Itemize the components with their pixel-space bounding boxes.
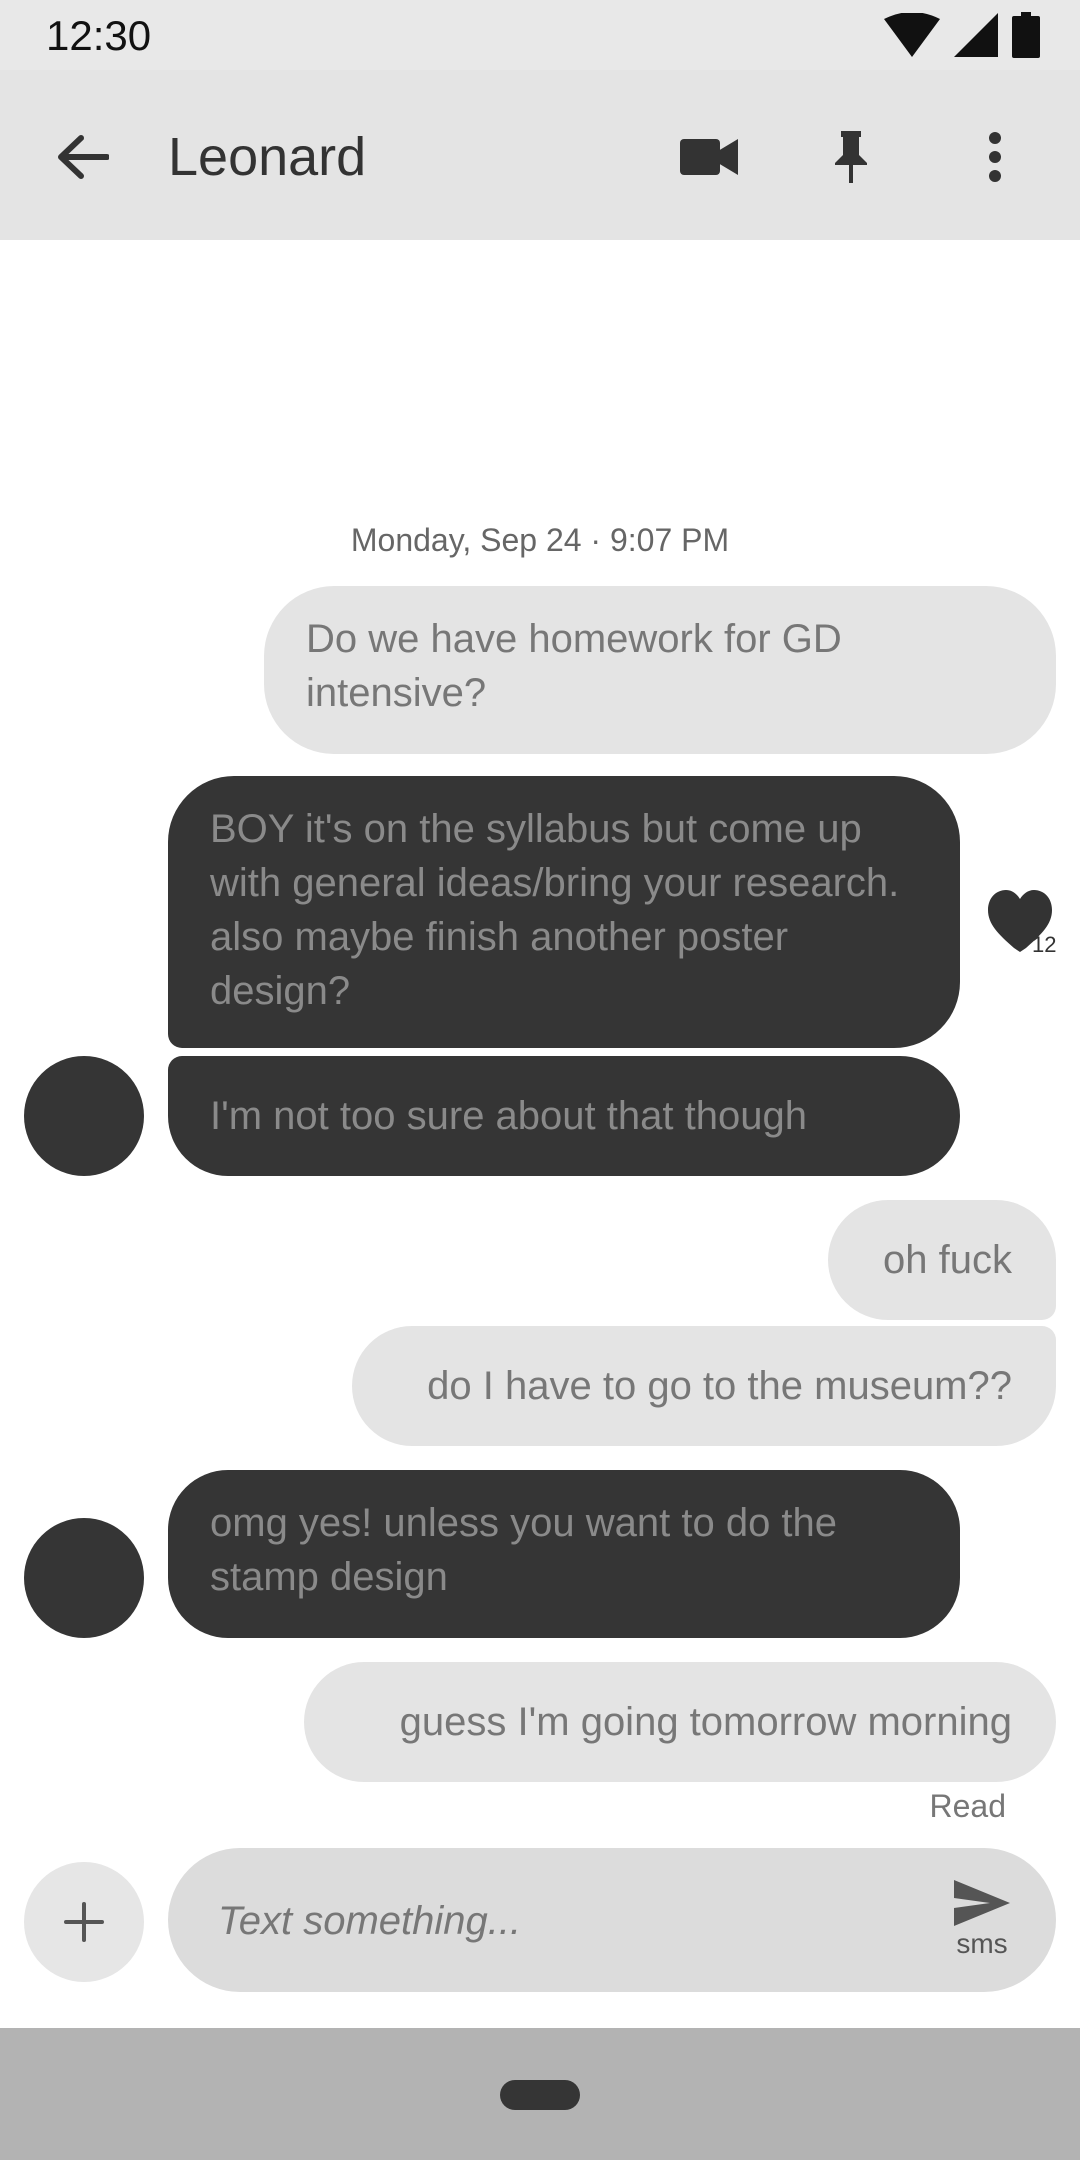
message-bubble-incoming[interactable]: omg yes! unless you want to do the stamp…	[168, 1470, 960, 1638]
conversation-title: Leonard	[168, 127, 367, 187]
status-bar: 12:30	[0, 0, 1080, 70]
home-handle[interactable]	[500, 2080, 580, 2110]
video-call-button[interactable]	[672, 122, 746, 192]
pin-icon	[835, 131, 867, 183]
attach-button[interactable]	[24, 1862, 144, 1982]
message-bubble-outgoing[interactable]: oh fuck	[828, 1200, 1056, 1320]
more-options-button[interactable]	[960, 122, 1030, 192]
date-header: Monday, Sep 24 · 9:07 PM	[350, 522, 730, 558]
send-button[interactable]: sms	[936, 1876, 1028, 1968]
status-time: 12:30	[46, 12, 152, 59]
back-arrow-icon	[58, 135, 109, 179]
message-bubble-incoming[interactable]: I'm not too sure about that though	[168, 1056, 960, 1176]
message-bubble-outgoing[interactable]: do I have to go to the museum??	[352, 1326, 1056, 1446]
plus-icon	[64, 1902, 104, 1942]
avatar[interactable]	[24, 1518, 144, 1638]
message-input[interactable]	[216, 1888, 860, 1954]
avatar[interactable]	[24, 1056, 144, 1176]
compose-bar: sms	[168, 1848, 1056, 1992]
message-bubble-outgoing[interactable]: guess I'm going tomorrow morning	[304, 1662, 1056, 1782]
cellular-signal-icon	[954, 13, 998, 57]
more-vert-icon	[989, 132, 1001, 182]
navigation-bar	[0, 2028, 1080, 2160]
message-text: omg yes! unless you want to do the stamp…	[210, 1501, 838, 1599]
message-text: I'm not too sure about that though	[210, 1094, 807, 1138]
reaction-count: 12	[1032, 932, 1057, 957]
message-bubble-outgoing[interactable]: Do we have homework for GD intensive?	[264, 586, 1056, 754]
status-icons	[884, 10, 1040, 60]
wifi-icon	[884, 13, 940, 57]
message-text: Do we have homework for GD intensive?	[306, 617, 842, 715]
app-bar: Leonard	[0, 70, 1080, 240]
video-call-icon	[680, 139, 738, 175]
send-label: sms	[956, 1928, 1008, 1959]
message-text: guess I'm going tomorrow morning	[399, 1700, 1012, 1744]
message-text: do I have to go to the museum??	[427, 1364, 1012, 1408]
back-button[interactable]	[48, 122, 118, 192]
battery-icon	[1012, 12, 1040, 58]
message-text: BOY it's on the syllabus but come up wit…	[210, 807, 900, 1013]
message-bubble-incoming[interactable]: BOY it's on the syllabus but come up wit…	[168, 776, 960, 1048]
send-icon	[954, 1880, 1010, 1926]
message-text: oh fuck	[883, 1238, 1012, 1282]
read-receipt: Read	[929, 1788, 1007, 1824]
pin-button[interactable]	[816, 122, 886, 192]
